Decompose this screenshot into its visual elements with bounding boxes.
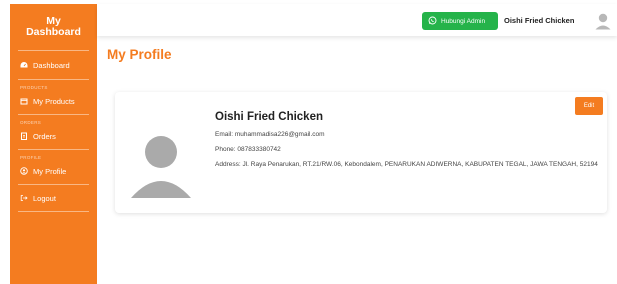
avatar-icon[interactable] bbox=[594, 12, 612, 30]
nav-dashboard[interactable]: Dashboard bbox=[10, 56, 97, 74]
clipboard-icon bbox=[20, 132, 28, 140]
sidebar: My Dashboard Dashboard PRODUCTS My Produ… bbox=[10, 4, 97, 284]
profile-avatar-icon bbox=[129, 130, 193, 198]
box-icon bbox=[20, 97, 28, 105]
section-orders: ORDERS bbox=[20, 120, 42, 125]
nav-my-profile-label: My Profile bbox=[33, 166, 67, 176]
nav-my-products-label: My Products bbox=[33, 96, 75, 106]
profile-phone: Phone: 087833380742 bbox=[215, 146, 281, 153]
whatsapp-icon bbox=[428, 16, 437, 27]
brand-line-2: Dashboard bbox=[26, 26, 81, 38]
logout-icon bbox=[20, 194, 28, 202]
page-title: My Profile bbox=[107, 47, 172, 62]
nav-orders-label: Orders bbox=[33, 131, 56, 141]
store-name[interactable]: Oishi Fried Chicken bbox=[504, 16, 574, 25]
divider bbox=[18, 211, 89, 212]
nav-my-profile[interactable]: My Profile bbox=[10, 162, 97, 180]
topbar: Hubungi Admin Oishi Fried Chicken bbox=[97, 4, 617, 36]
nav-dashboard-label: Dashboard bbox=[33, 60, 70, 70]
brand[interactable]: My Dashboard bbox=[10, 4, 97, 50]
profile-name: Oishi Fried Chicken bbox=[215, 111, 323, 123]
section-profile: PROFILE bbox=[20, 155, 42, 160]
contact-admin-label: Hubungi Admin bbox=[441, 17, 486, 25]
nav-my-products[interactable]: My Products bbox=[10, 92, 97, 110]
section-products: PRODUCTS bbox=[20, 85, 48, 90]
nav-orders[interactable]: Orders bbox=[10, 127, 97, 145]
nav-logout[interactable]: Logout bbox=[10, 189, 97, 207]
profile-card: Edit Oishi Fried Chicken Email: muhammad… bbox=[115, 92, 607, 213]
edit-button[interactable]: Edit bbox=[575, 97, 603, 115]
profile-address: Address: Jl. Raya Penarukan, RT.21/RW.06… bbox=[215, 161, 598, 168]
nav-logout-label: Logout bbox=[33, 193, 56, 203]
user-icon bbox=[20, 167, 28, 175]
profile-email: Email: muhammadisa226@gmail.com bbox=[215, 131, 325, 138]
dashboard-icon bbox=[20, 61, 28, 69]
contact-admin-button[interactable]: Hubungi Admin bbox=[422, 12, 498, 30]
